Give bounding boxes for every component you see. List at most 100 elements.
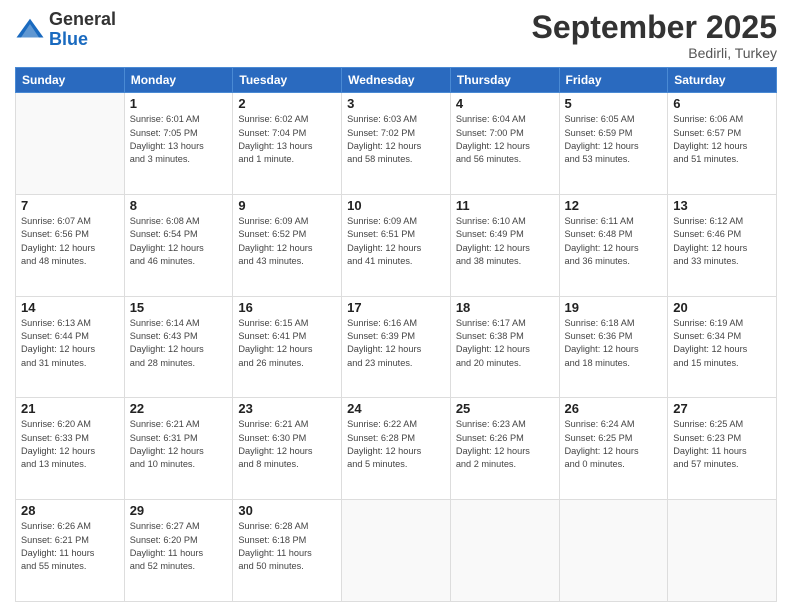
calendar-cell: 29 Sunrise: 6:27 AMSunset: 6:20 PMDayligh… (124, 500, 233, 602)
day-number: 27 (673, 401, 771, 416)
week-row-1: 1 Sunrise: 6:01 AMSunset: 7:05 PMDaylight… (16, 93, 777, 195)
weekday-header-monday: Monday (124, 68, 233, 93)
day-number: 21 (21, 401, 119, 416)
day-number: 22 (130, 401, 228, 416)
weekday-header-wednesday: Wednesday (342, 68, 451, 93)
day-number: 11 (456, 198, 554, 213)
calendar-cell: 16Sunrise: 6:15 AMSunset: 6:41 PMDayligh… (233, 296, 342, 398)
day-info: Sunrise: 6:09 AMSunset: 6:52 PMDaylight:… (238, 215, 336, 268)
day-info: Sunrise: 6:03 AMSunset: 7:02 PMDaylight:… (347, 113, 445, 166)
day-info: Sunrise: 6:24 AMSunset: 6:25 PMDaylight:… (565, 418, 663, 471)
day-info: Sunrise: 6:15 AMSunset: 6:41 PMDaylight:… (238, 317, 336, 370)
calendar-cell: 18Sunrise: 6:17 AMSunset: 6:38 PMDayligh… (450, 296, 559, 398)
logo-text: General Blue (49, 10, 116, 50)
weekday-header-saturday: Saturday (668, 68, 777, 93)
day-info: Sunrise: 6:12 AMSunset: 6:46 PMDaylight:… (673, 215, 771, 268)
day-info: Sunrise: 6:16 AMSunset: 6:39 PMDaylight:… (347, 317, 445, 370)
weekday-header-tuesday: Tuesday (233, 68, 342, 93)
calendar-cell: 12Sunrise: 6:11 AMSunset: 6:48 PMDayligh… (559, 194, 668, 296)
day-info: Sunrise: 6:02 AMSunset: 7:04 PMDaylight:… (238, 113, 336, 166)
day-number: 1 (130, 96, 228, 111)
day-number: 4 (456, 96, 554, 111)
calendar-cell: 30 Sunrise: 6:28 AMSunset: 6:18 PMDayligh… (233, 500, 342, 602)
day-number: 24 (347, 401, 445, 416)
calendar-cell (559, 500, 668, 602)
calendar-cell: 11 Sunrise: 6:10 AMSunset: 6:49 PMDayligh… (450, 194, 559, 296)
calendar-cell: 6Sunrise: 6:06 AMSunset: 6:57 PMDaylight… (668, 93, 777, 195)
weekday-header-row: SundayMondayTuesdayWednesdayThursdayFrid… (16, 68, 777, 93)
calendar-cell (342, 500, 451, 602)
logo: General Blue (15, 10, 116, 50)
day-number: 25 (456, 401, 554, 416)
day-info: Sunrise: 6:21 AMSunset: 6:30 PMDaylight:… (238, 418, 336, 471)
day-info: Sunrise: 6:18 AMSunset: 6:36 PMDaylight:… (565, 317, 663, 370)
day-info: Sunrise: 6:27 AMSunset: 6:20 PMDaylight:… (130, 520, 228, 573)
calendar-cell (16, 93, 125, 195)
day-number: 28 (21, 503, 119, 518)
calendar-cell: 24 Sunrise: 6:22 AMSunset: 6:28 PMDayligh… (342, 398, 451, 500)
day-info: Sunrise: 6:25 AMSunset: 6:23 PMDaylight:… (673, 418, 771, 471)
calendar-cell: 3Sunrise: 6:03 AMSunset: 7:02 PMDaylight… (342, 93, 451, 195)
day-number: 5 (565, 96, 663, 111)
week-row-5: 28 Sunrise: 6:26 AMSunset: 6:21 PMDayligh… (16, 500, 777, 602)
day-info: Sunrise: 6:01 AMSunset: 7:05 PMDaylight:… (130, 113, 228, 166)
day-info: Sunrise: 6:21 AMSunset: 6:31 PMDaylight:… (130, 418, 228, 471)
day-number: 2 (238, 96, 336, 111)
day-number: 10 (347, 198, 445, 213)
day-number: 26 (565, 401, 663, 416)
calendar-cell: 23Sunrise: 6:21 AMSunset: 6:30 PMDayligh… (233, 398, 342, 500)
calendar-cell: 21 Sunrise: 6:20 AMSunset: 6:33 PMDayligh… (16, 398, 125, 500)
calendar-cell: 17 Sunrise: 6:16 AMSunset: 6:39 PMDayligh… (342, 296, 451, 398)
calendar-cell: 14Sunrise: 6:13 AMSunset: 6:44 PMDayligh… (16, 296, 125, 398)
page: General Blue September 2025 Bedirli, Tur… (0, 0, 792, 612)
day-number: 14 (21, 300, 119, 315)
calendar-cell: 26 Sunrise: 6:24 AMSunset: 6:25 PMDayligh… (559, 398, 668, 500)
day-number: 18 (456, 300, 554, 315)
day-number: 8 (130, 198, 228, 213)
calendar-cell: 27 Sunrise: 6:25 AMSunset: 6:23 PMDayligh… (668, 398, 777, 500)
calendar-cell: 7Sunrise: 6:07 AMSunset: 6:56 PMDaylight… (16, 194, 125, 296)
day-info: Sunrise: 6:04 AMSunset: 7:00 PMDaylight:… (456, 113, 554, 166)
logo-general: General (49, 9, 116, 29)
week-row-3: 14Sunrise: 6:13 AMSunset: 6:44 PMDayligh… (16, 296, 777, 398)
day-info: Sunrise: 6:08 AMSunset: 6:54 PMDaylight:… (130, 215, 228, 268)
calendar-cell: 5 Sunrise: 6:05 AMSunset: 6:59 PMDaylight… (559, 93, 668, 195)
calendar-cell: 25 Sunrise: 6:23 AMSunset: 6:26 PMDayligh… (450, 398, 559, 500)
day-number: 20 (673, 300, 771, 315)
day-info: Sunrise: 6:22 AMSunset: 6:28 PMDaylight:… (347, 418, 445, 471)
day-info: Sunrise: 6:23 AMSunset: 6:26 PMDaylight:… (456, 418, 554, 471)
day-number: 7 (21, 198, 119, 213)
day-info: Sunrise: 6:06 AMSunset: 6:57 PMDaylight:… (673, 113, 771, 166)
weekday-header-thursday: Thursday (450, 68, 559, 93)
day-info: Sunrise: 6:05 AMSunset: 6:59 PMDaylight:… (565, 113, 663, 166)
calendar-cell: 20Sunrise: 6:19 AMSunset: 6:34 PMDayligh… (668, 296, 777, 398)
day-number: 9 (238, 198, 336, 213)
calendar-cell: 8 Sunrise: 6:08 AMSunset: 6:54 PMDaylight… (124, 194, 233, 296)
day-number: 30 (238, 503, 336, 518)
day-number: 29 (130, 503, 228, 518)
calendar-cell (450, 500, 559, 602)
day-info: Sunrise: 6:10 AMSunset: 6:49 PMDaylight:… (456, 215, 554, 268)
day-number: 15 (130, 300, 228, 315)
week-row-4: 21 Sunrise: 6:20 AMSunset: 6:33 PMDayligh… (16, 398, 777, 500)
day-number: 17 (347, 300, 445, 315)
title-area: September 2025 Bedirli, Turkey (532, 10, 777, 61)
calendar-cell: 22 Sunrise: 6:21 AMSunset: 6:31 PMDayligh… (124, 398, 233, 500)
day-info: Sunrise: 6:20 AMSunset: 6:33 PMDaylight:… (21, 418, 119, 471)
calendar-cell: 13 Sunrise: 6:12 AMSunset: 6:46 PMDayligh… (668, 194, 777, 296)
calendar-cell: 1 Sunrise: 6:01 AMSunset: 7:05 PMDaylight… (124, 93, 233, 195)
day-info: Sunrise: 6:14 AMSunset: 6:43 PMDaylight:… (130, 317, 228, 370)
day-number: 13 (673, 198, 771, 213)
calendar-cell: 19Sunrise: 6:18 AMSunset: 6:36 PMDayligh… (559, 296, 668, 398)
calendar-cell (668, 500, 777, 602)
logo-blue: Blue (49, 29, 88, 49)
calendar-cell: 9 Sunrise: 6:09 AMSunset: 6:52 PMDaylight… (233, 194, 342, 296)
calendar-cell: 2 Sunrise: 6:02 AMSunset: 7:04 PMDaylight… (233, 93, 342, 195)
calendar-table: SundayMondayTuesdayWednesdayThursdayFrid… (15, 67, 777, 602)
calendar-cell: 28 Sunrise: 6:26 AMSunset: 6:21 PMDayligh… (16, 500, 125, 602)
week-row-2: 7Sunrise: 6:07 AMSunset: 6:56 PMDaylight… (16, 194, 777, 296)
location: Bedirli, Turkey (532, 45, 777, 61)
day-number: 12 (565, 198, 663, 213)
day-info: Sunrise: 6:26 AMSunset: 6:21 PMDaylight:… (21, 520, 119, 573)
day-info: Sunrise: 6:28 AMSunset: 6:18 PMDaylight:… (238, 520, 336, 573)
